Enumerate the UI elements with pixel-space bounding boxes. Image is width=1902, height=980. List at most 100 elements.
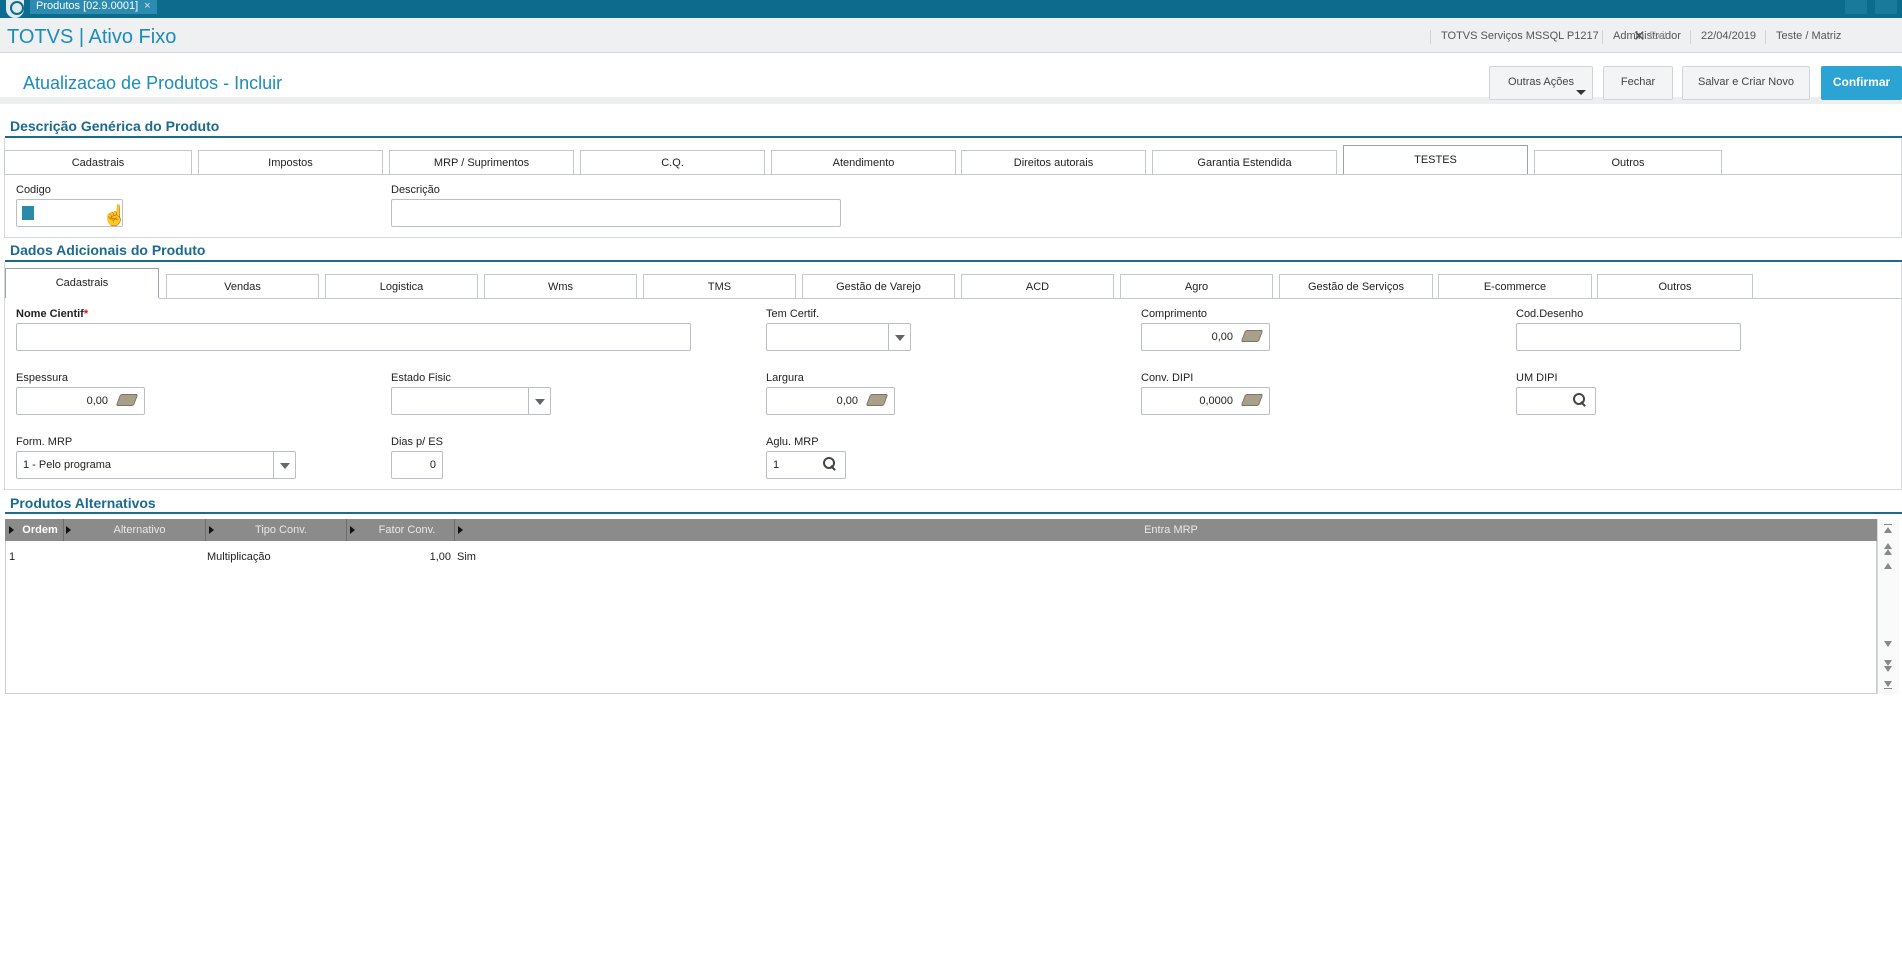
grid-header-entra-mrp[interactable]: Entra MRP (465, 519, 1877, 541)
section-alternative-products-title: Produtos Alternativos (10, 495, 156, 511)
dias-es-input[interactable]: 0 (391, 451, 443, 479)
nome-cientif-input[interactable] (16, 323, 691, 351)
form-mrp-value: 1 - Pelo programa (23, 459, 112, 471)
scroll-bottom-bar (1884, 688, 1892, 689)
close-tab-icon[interactable]: × (144, 0, 150, 12)
tab-outros-2[interactable]: Outros (1597, 274, 1753, 299)
grid-cell-fator-conv[interactable]: 1,00 (348, 551, 451, 563)
required-mark: * (83, 308, 89, 320)
header-environment: TOTVS Serviços MSSQL P1217 (1430, 30, 1599, 44)
tab-outros[interactable]: Outros (1534, 150, 1722, 175)
tab-strip-baseline (159, 298, 1902, 299)
section-additional-data-title: Dados Adicionais do Produto (10, 242, 206, 258)
other-actions-label: Outras Ações (1507, 76, 1575, 88)
chevron-down-icon[interactable] (273, 452, 295, 478)
scroll-page-up-icon (1884, 549, 1892, 555)
scroll-up-icon[interactable] (1884, 563, 1892, 569)
column-marker-icon (66, 526, 71, 534)
largura-label: Largura (766, 372, 804, 384)
scroll-top-icon[interactable] (1884, 527, 1892, 533)
largura-input[interactable]: 0,00 (766, 387, 895, 415)
tab-direitos-autorais[interactable]: Direitos autorais (961, 150, 1146, 175)
comprimento-label: Comprimento (1141, 308, 1208, 320)
chevron-down-icon[interactable] (888, 324, 910, 350)
descricao-input[interactable] (391, 199, 841, 227)
form-mrp-label: Form. MRP (16, 436, 73, 448)
calculator-icon[interactable] (865, 394, 889, 406)
chevron-down-icon[interactable] (528, 388, 550, 414)
conv-dipi-input[interactable]: 0,0000 (1141, 387, 1270, 415)
tab-atendimento[interactable]: Atendimento (771, 150, 956, 175)
settings-icon[interactable] (1875, 0, 1897, 14)
grid-column-separator (346, 519, 347, 541)
column-marker-icon (9, 526, 14, 534)
tab-logistica[interactable]: Logistica (325, 274, 478, 299)
tab-gestao-servicos[interactable]: Gestão de Serviços (1279, 274, 1433, 299)
cod-desenho-input[interactable] (1516, 323, 1741, 351)
section-divider (5, 512, 1902, 514)
largura-value: 0,00 (836, 395, 858, 407)
grid-cell-tipo-conv[interactable]: Multiplicação (207, 551, 271, 563)
grid-cell-entra-mrp[interactable]: Sim (457, 551, 476, 563)
tab-ecommerce[interactable]: E-commerce (1438, 274, 1592, 299)
comprimento-input[interactable]: 0,00 (1141, 323, 1270, 351)
grid-column-separator (205, 519, 206, 541)
header-branch: Teste / Matriz (1765, 30, 1841, 44)
aglu-mrp-value: 1 (773, 459, 780, 471)
save-and-new-button[interactable]: Salvar e Criar Novo (1682, 66, 1810, 100)
espessura-value: 0,00 (86, 395, 108, 407)
grid-header-fator-conv[interactable]: Fator Conv. (357, 519, 457, 541)
search-icon[interactable] (823, 457, 837, 471)
app-title: TOTVS | Ativo Fixo (7, 26, 177, 48)
scroll-bottom-icon[interactable] (1884, 681, 1892, 687)
um-dipi-input[interactable] (1516, 387, 1596, 415)
descricao-label: Descrição (391, 184, 440, 196)
aglu-mrp-input[interactable]: 1 (766, 451, 846, 479)
tab-gestao-varejo[interactable]: Gestão de Varejo (802, 274, 955, 299)
tab-garantia-estendida[interactable]: Garantia Estendida (1152, 150, 1337, 175)
chevron-down-icon (1576, 90, 1586, 95)
tab-acd[interactable]: ACD (961, 274, 1114, 299)
calculator-icon[interactable] (1240, 394, 1264, 406)
confirm-button[interactable]: Confirmar (1821, 66, 1902, 100)
scroll-down-icon[interactable] (1884, 641, 1892, 647)
grid-header-ordem[interactable]: Ordem (18, 519, 62, 541)
espessura-label: Espessura (16, 372, 68, 384)
grid-cell-ordem[interactable]: 1 (9, 551, 15, 563)
tab-testes[interactable]: TESTES (1343, 145, 1528, 175)
other-actions-button[interactable]: Outras Ações (1489, 66, 1593, 100)
estado-fisic-label: Estado Fisic (391, 372, 451, 384)
conv-dipi-value: 0,0000 (1199, 395, 1233, 407)
form-mrp-select[interactable]: 1 - Pelo programa (16, 451, 296, 479)
mail-icon[interactable] (1845, 0, 1867, 14)
grid-header-tipo-conv[interactable]: Tipo Conv. (216, 519, 346, 541)
exit-label[interactable]: Exit (1649, 30, 1667, 42)
tab-wms[interactable]: Wms (484, 274, 637, 299)
espessura-input[interactable]: 0,00 (16, 387, 145, 415)
close-button[interactable]: Fechar (1603, 66, 1673, 100)
estado-fisic-select[interactable] (391, 387, 551, 415)
text-cursor (22, 206, 34, 220)
tab-impostos[interactable]: Impostos (198, 150, 383, 175)
tab-tms[interactable]: TMS (643, 274, 796, 299)
dias-es-label: Dias p/ ES (391, 436, 443, 448)
tab-mrp-suprimentos[interactable]: MRP / Suprimentos (389, 150, 574, 175)
tab-cq[interactable]: C.Q. (580, 150, 765, 175)
tab-cadastrais[interactable]: Cadastrais (4, 150, 192, 175)
tab-agro[interactable]: Agro (1120, 274, 1273, 299)
document-tab-label: Produtos [02.9.0001] (36, 0, 139, 12)
tab-cadastrais-2[interactable]: Cadastrais (5, 268, 159, 298)
totvs-logo-icon[interactable] (6, 0, 24, 18)
codigo-label: Codigo (16, 184, 51, 196)
document-tab[interactable]: Produtos [02.9.0001] × (30, 0, 157, 14)
exit-icon[interactable]: ✕ (1633, 27, 1646, 45)
grid-header-alternativo[interactable]: Alternativo (72, 519, 207, 541)
calculator-icon[interactable] (115, 394, 139, 406)
calculator-icon[interactable] (1240, 330, 1264, 342)
page-title: Atualizacao de Produtos - Incluir (23, 73, 283, 93)
alternatives-grid (5, 519, 1877, 694)
search-icon[interactable] (1573, 393, 1587, 407)
tab-vendas[interactable]: Vendas (166, 274, 319, 299)
tem-certif-select[interactable] (766, 323, 911, 351)
conv-dipi-label: Conv. DIPI (1141, 372, 1194, 384)
